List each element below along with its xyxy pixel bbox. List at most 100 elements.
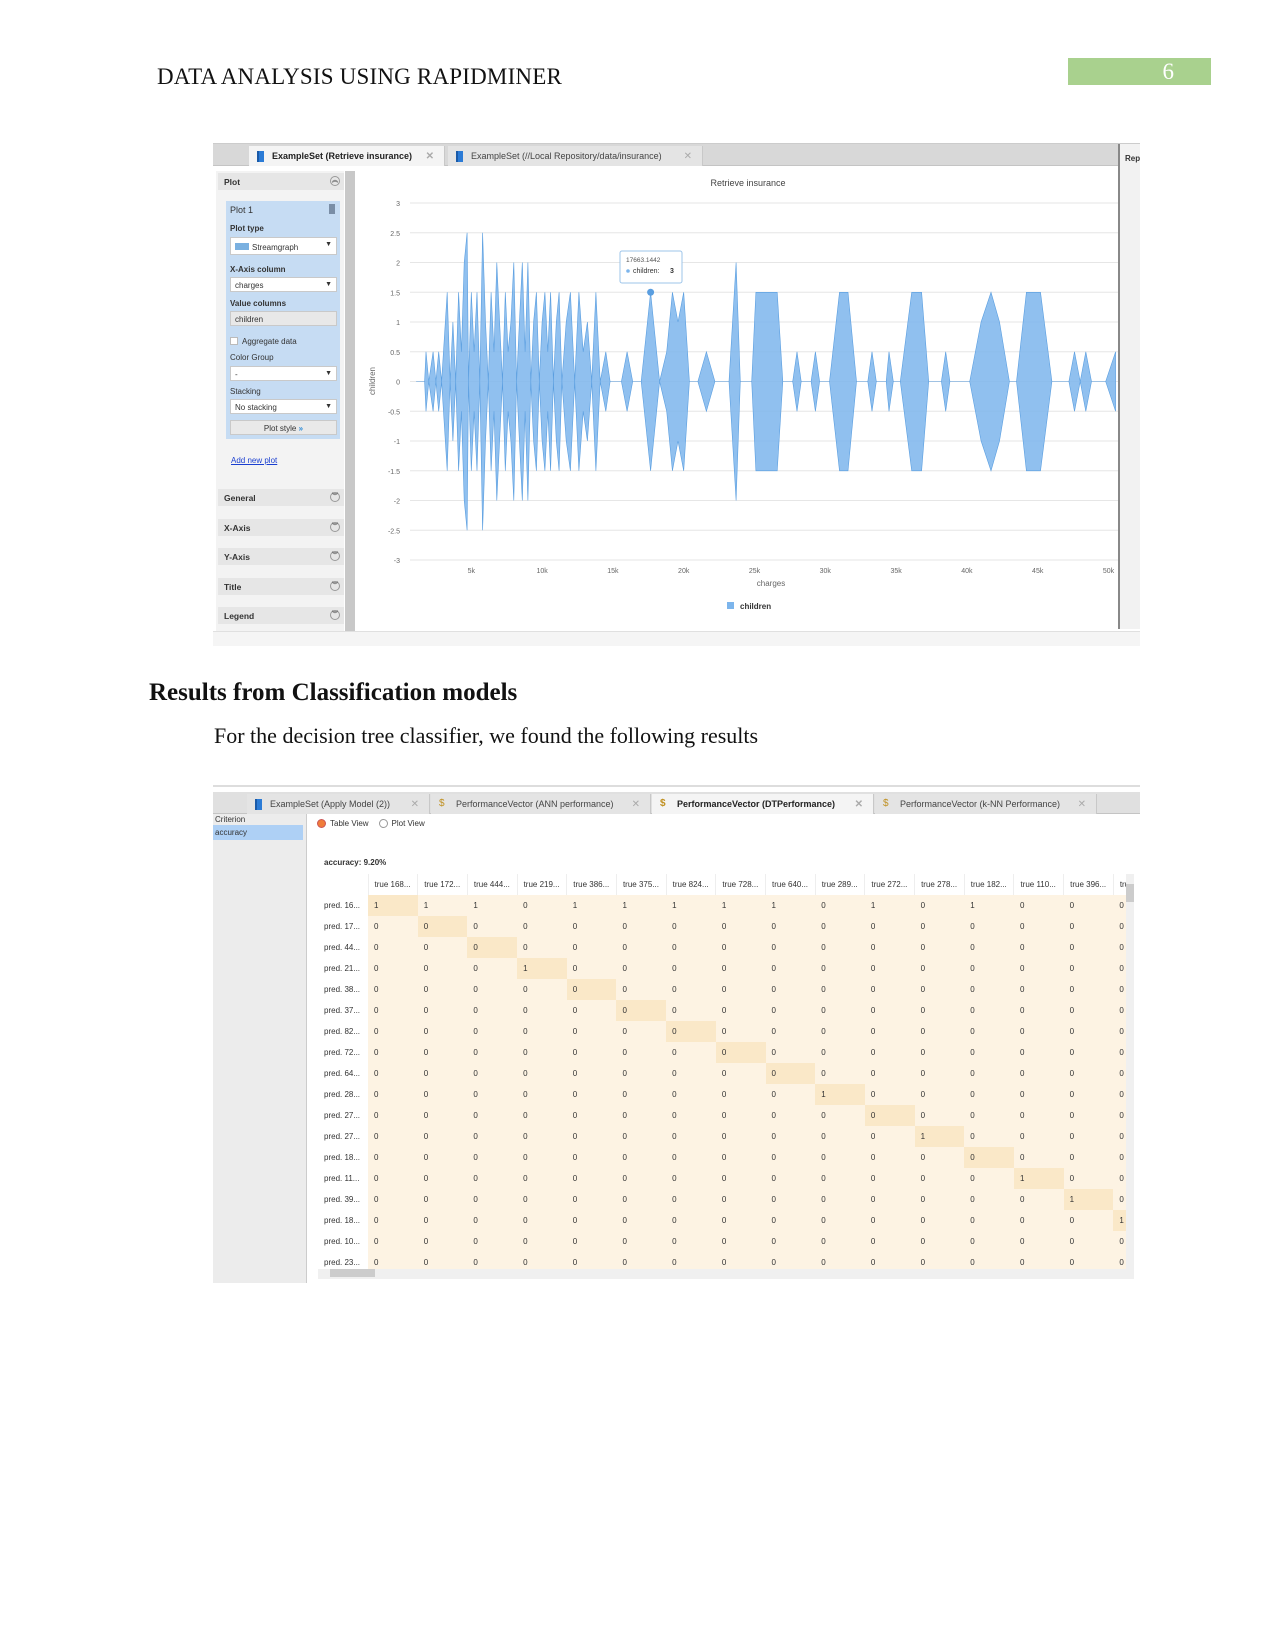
column-header[interactable]: true 168...: [368, 874, 419, 895]
matrix-cell: 0: [864, 1147, 915, 1168]
matrix-cell: 0: [467, 1189, 518, 1210]
table-view-radio[interactable]: [317, 819, 326, 828]
column-header[interactable]: true 172...: [417, 874, 468, 895]
column-header[interactable]: true 110...: [1013, 874, 1065, 895]
close-icon[interactable]: ✕: [411, 799, 419, 810]
column-header[interactable]: true...: [1113, 874, 1126, 895]
matrix-cell: 0: [1013, 979, 1064, 1000]
section-legend[interactable]: Legend ︾: [218, 607, 344, 624]
add-new-plot-link[interactable]: Add new plot: [231, 456, 277, 465]
stacking-select[interactable]: No stacking ▼: [230, 399, 337, 414]
matrix-cell: 0: [1113, 1021, 1126, 1042]
column-header[interactable]: true 396...: [1063, 874, 1114, 895]
column-header[interactable]: true 728...: [715, 874, 766, 895]
plot-view-label[interactable]: Plot View: [392, 819, 425, 828]
chart-svg: Retrieve insurance 3 2.5 2 1.5 1 0.5 0 -0.5 -1 -1.…: [368, 178, 1118, 611]
tab-exampleset-apply-model[interactable]: ExampleSet (Apply Model (2)) ✕: [247, 794, 430, 814]
collapse-icon[interactable]: ︽: [330, 176, 340, 186]
plot-style-button[interactable]: Plot style »: [230, 420, 337, 435]
expand-icon[interactable]: ︾: [330, 492, 340, 502]
plot-view-radio[interactable]: [378, 819, 388, 828]
matrix-cell: 0: [1013, 1252, 1064, 1269]
column-header[interactable]: true 182...: [964, 874, 1015, 895]
criterion-item-accuracy[interactable]: accuracy: [213, 825, 303, 840]
table-row: pred. 39... 0 0 0 0 0 0 0 0 0 0 0 0 0 0 1 0: [318, 1189, 1126, 1210]
x-axis-select[interactable]: charges ▼: [230, 277, 337, 292]
vertical-scrollbar[interactable]: [1126, 874, 1134, 1269]
matrix-cell: 0: [368, 1042, 418, 1063]
section-plot[interactable]: Plot ︽: [218, 173, 344, 190]
matrix-cell: 0: [1013, 1231, 1064, 1252]
tab-knn-performance[interactable]: $ PerformanceVector (k-NN Performance) ✕: [875, 794, 1097, 814]
horizontal-scrollbar[interactable]: [318, 1269, 1134, 1279]
column-header[interactable]: true 278...: [914, 874, 965, 895]
matrix-cell: 0: [616, 1042, 667, 1063]
trash-icon[interactable]: [329, 204, 335, 214]
column-header[interactable]: true 640...: [765, 874, 816, 895]
table-icon: [257, 150, 264, 162]
column-header[interactable]: true 289...: [815, 874, 866, 895]
hover-point[interactable]: [647, 288, 655, 296]
expand-icon[interactable]: ︾: [330, 521, 340, 532]
matrix-cell: 0: [566, 1084, 617, 1105]
matrix-cell: 0: [517, 1252, 567, 1269]
value-columns-field[interactable]: children: [230, 311, 337, 326]
section-x-axis[interactable]: X-Axis ︾: [218, 518, 344, 536]
section-heading: Results from Classification models: [149, 679, 518, 706]
matrix-cell: 0: [914, 916, 965, 937]
matrix-cell: 0: [815, 1063, 865, 1084]
legend-label[interactable]: children: [740, 602, 771, 611]
close-icon[interactable]: ✕: [632, 799, 640, 810]
expand-icon[interactable]: ︾: [330, 580, 340, 591]
aggregate-checkbox[interactable]: [230, 337, 238, 345]
tab-label: ExampleSet (Apply Model (2)): [270, 799, 391, 809]
confusion-matrix: true 168... true 172... true 444... true 21…: [318, 874, 1126, 1269]
repository-panel-title: Rep: [1125, 154, 1141, 163]
matrix-cell: 0: [417, 937, 468, 958]
matrix-cell: 0: [765, 937, 816, 958]
close-icon[interactable]: ✕: [855, 799, 863, 810]
matrix-cell: 0: [765, 1042, 816, 1063]
matrix-cell: 0: [715, 937, 766, 958]
aggregate-checkbox-row[interactable]: Aggregate data: [230, 337, 297, 346]
column-header[interactable]: true 219...: [517, 874, 568, 895]
matrix-cell: 0: [964, 979, 1014, 1000]
table-icon: [456, 150, 463, 162]
matrix-cell: 0: [467, 1126, 518, 1147]
matrix-cell: 0: [715, 1168, 766, 1189]
section-y-axis[interactable]: Y-Axis ︾: [218, 548, 344, 565]
matrix-cell: 0: [1013, 937, 1064, 958]
matrix-cell: 0: [715, 1126, 766, 1147]
plot-type-select[interactable]: Streamgraph ▼: [230, 237, 337, 255]
matrix-cell: 0: [1013, 1126, 1064, 1147]
matrix-cell: 0: [417, 1021, 468, 1042]
tab-exampleset-repository[interactable]: ExampleSet (//Local Repository/data/insu…: [448, 146, 703, 166]
close-icon[interactable]: ✕: [684, 151, 692, 162]
close-icon[interactable]: ✕: [1078, 799, 1086, 810]
section-title[interactable]: Title ︾: [218, 577, 344, 595]
panel-scrollbar[interactable]: [345, 171, 355, 633]
matrix-cell: 0: [715, 1231, 766, 1252]
close-icon[interactable]: ✕: [426, 151, 434, 162]
expand-icon[interactable]: ︾: [330, 551, 340, 561]
column-header[interactable]: true 444...: [467, 874, 518, 895]
matrix-cell: 0: [666, 1126, 716, 1147]
matrix-cell: 0: [517, 1210, 567, 1231]
column-header[interactable]: true 386...: [566, 874, 617, 895]
tab-dt-performance[interactable]: $ PerformanceVector (DTPerformance) ✕: [652, 794, 874, 814]
table-view-label[interactable]: Table View: [330, 819, 369, 828]
matrix-cell: 0: [566, 1210, 617, 1231]
column-header[interactable]: true 824...: [666, 874, 717, 895]
column-header[interactable]: true 272...: [864, 874, 916, 895]
row-label: pred. 37...: [318, 1000, 368, 1021]
matrix-cell: 1: [616, 895, 667, 916]
color-group-select[interactable]: - ▼: [230, 366, 337, 381]
column-header[interactable]: true 375...: [616, 874, 667, 895]
tab-ann-performance[interactable]: $ PerformanceVector (ANN performance) ✕: [431, 794, 651, 814]
expand-icon[interactable]: ︾: [330, 610, 340, 620]
tab-exampleset-retrieve[interactable]: ExampleSet (Retrieve insurance) ✕: [249, 146, 445, 166]
matrix-cell: 0: [1063, 916, 1114, 937]
matrix-cell: 0: [368, 1252, 418, 1269]
matrix-cell: 0: [566, 1147, 617, 1168]
section-general[interactable]: General ︾: [218, 489, 344, 506]
